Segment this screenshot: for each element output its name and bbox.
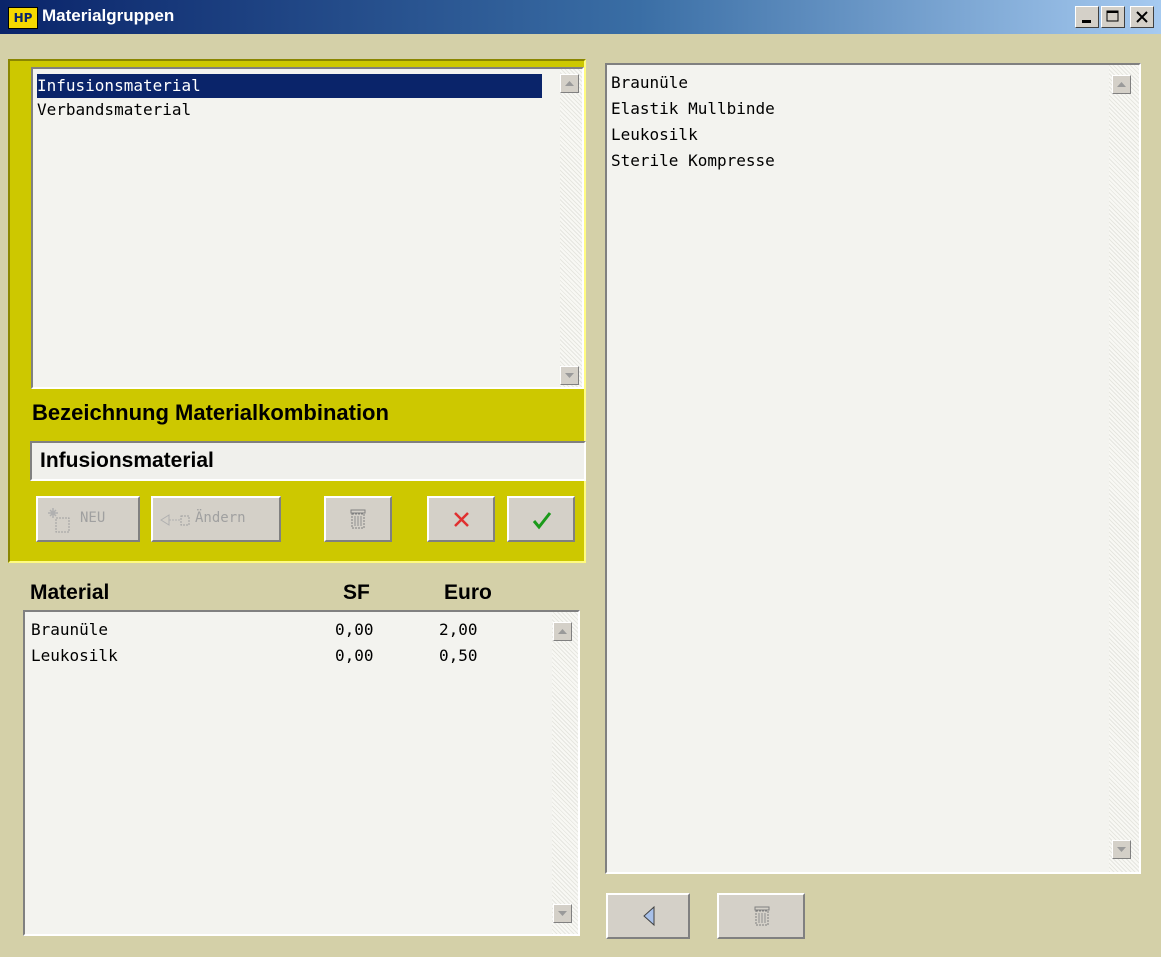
arrow-left-icon bbox=[643, 905, 655, 927]
x-cancel-icon bbox=[454, 512, 469, 527]
group-item-infusionsmaterial[interactable]: Infusionsmaterial bbox=[37, 74, 542, 98]
group-list[interactable]: Infusionsmaterial Verbandsmaterial bbox=[31, 67, 584, 389]
group-list-scrollbar[interactable] bbox=[560, 69, 582, 387]
available-item[interactable]: Elastik Mullbinde bbox=[611, 97, 775, 121]
scroll-up-button[interactable] bbox=[553, 622, 572, 641]
scroll-down-button[interactable] bbox=[1112, 840, 1131, 859]
edit-button[interactable]: Ändern bbox=[151, 496, 281, 542]
header-material: Material bbox=[30, 581, 110, 604]
scroll-down-button[interactable] bbox=[560, 366, 579, 385]
cancel-button[interactable] bbox=[427, 496, 495, 542]
group-item-verbandsmaterial[interactable]: Verbandsmaterial bbox=[37, 98, 542, 122]
material-sf: 0,00 bbox=[335, 646, 374, 665]
combination-name-field[interactable]: Infusionsmaterial bbox=[30, 441, 586, 481]
edit-button-label: Ändern bbox=[195, 510, 246, 526]
material-sf: 0,00 bbox=[335, 620, 374, 639]
edit-icon bbox=[160, 514, 190, 526]
delete-group-button[interactable] bbox=[324, 496, 392, 542]
material-list[interactable]: Braunüle 0,00 2,00 Leukosilk 0,00 0,50 bbox=[23, 610, 580, 936]
available-item[interactable]: Leukosilk bbox=[611, 123, 698, 147]
available-materials-list[interactable]: Braunüle Elastik Mullbinde Leukosilk Ste… bbox=[605, 63, 1141, 874]
material-euro: 0,50 bbox=[439, 646, 478, 665]
close-button[interactable] bbox=[1130, 6, 1154, 28]
available-item[interactable]: Braunüle bbox=[611, 71, 688, 95]
arrow-down-icon bbox=[565, 373, 574, 378]
material-name[interactable]: Braunüle bbox=[31, 618, 108, 642]
minimize-button[interactable] bbox=[1075, 6, 1099, 28]
title-bar: HP Materialgruppen bbox=[0, 0, 1161, 34]
available-list-scrollbar[interactable] bbox=[1109, 65, 1139, 872]
arrow-up-icon bbox=[558, 629, 567, 634]
maximize-button[interactable] bbox=[1101, 6, 1125, 28]
close-icon bbox=[1136, 11, 1148, 23]
scroll-up-button[interactable] bbox=[560, 74, 579, 93]
add-material-button[interactable] bbox=[606, 893, 690, 939]
scroll-down-button[interactable] bbox=[553, 904, 572, 923]
checkmark-icon bbox=[532, 512, 552, 530]
arrow-up-icon bbox=[565, 81, 574, 86]
trash-icon bbox=[350, 509, 366, 529]
arrow-up-icon bbox=[1117, 82, 1126, 87]
scroll-up-button[interactable] bbox=[1112, 75, 1131, 94]
header-sf: SF bbox=[343, 581, 370, 604]
group-panel: Infusionsmaterial Verbandsmaterial Bezei… bbox=[8, 59, 586, 563]
arrow-down-icon bbox=[558, 911, 567, 916]
new-document-icon bbox=[48, 508, 70, 533]
confirm-button[interactable] bbox=[507, 496, 575, 542]
arrow-down-icon bbox=[1117, 847, 1126, 852]
app-icon: HP bbox=[8, 7, 38, 29]
new-button[interactable]: NEU bbox=[36, 496, 140, 542]
minimize-icon bbox=[1082, 20, 1091, 23]
available-item[interactable]: Sterile Kompresse bbox=[611, 149, 775, 173]
new-button-label: NEU bbox=[80, 510, 106, 526]
material-list-scrollbar[interactable] bbox=[552, 612, 578, 934]
material-name[interactable]: Leukosilk bbox=[31, 644, 118, 668]
maximize-icon bbox=[1106, 10, 1119, 22]
combination-label: Bezeichnung Materialkombination bbox=[32, 400, 389, 425]
remove-material-button[interactable] bbox=[717, 893, 805, 939]
material-euro: 2,00 bbox=[439, 620, 478, 639]
trash-icon bbox=[754, 906, 770, 926]
window-title: Materialgruppen bbox=[42, 6, 175, 25]
header-euro: Euro bbox=[444, 581, 492, 604]
